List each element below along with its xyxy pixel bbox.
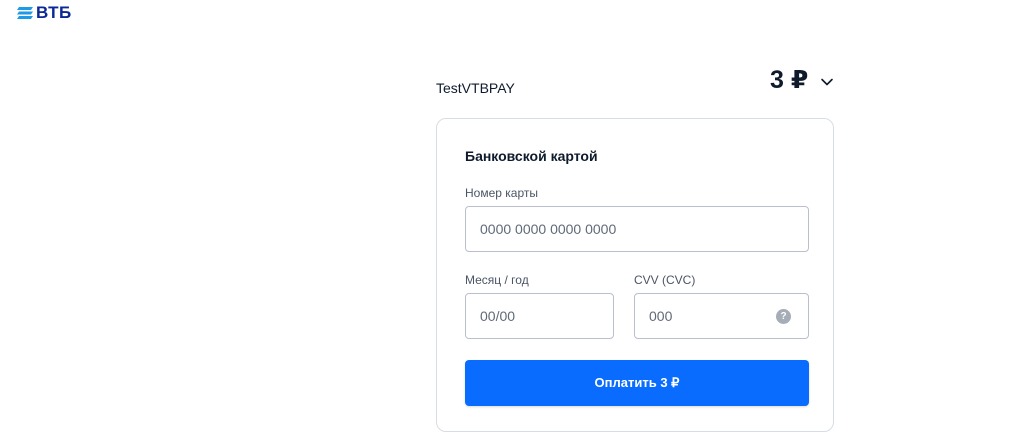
merchant-name: TestVTBPAY [436, 80, 515, 96]
payment-card-panel: Банковской картой Номер карты Месяц / го… [436, 118, 834, 432]
card-number-label: Номер карты [465, 186, 538, 200]
logo-text: ВТБ [36, 3, 72, 22]
expiry-label: Месяц / год [465, 273, 529, 287]
payment-page: ВТБ TestVTBPAY 3 ₽ Банковской картой Ном… [0, 0, 1024, 448]
payment-method-title: Банковской картой [465, 148, 598, 164]
cvv-label: CVV (CVC) [634, 273, 696, 287]
vtb-stripes-icon [17, 7, 33, 19]
chevron-down-icon[interactable] [820, 75, 834, 89]
pay-button[interactable]: Оплатить 3 ₽ [465, 360, 809, 406]
expiry-input[interactable] [465, 293, 614, 339]
vtb-logo[interactable]: ВТБ [16, 4, 72, 22]
order-amount: 3 ₽ [770, 66, 809, 94]
order-amount-toggle[interactable]: 3 ₽ [770, 64, 834, 96]
card-number-input[interactable] [465, 206, 809, 252]
question-mark-icon[interactable]: ? [776, 309, 791, 324]
